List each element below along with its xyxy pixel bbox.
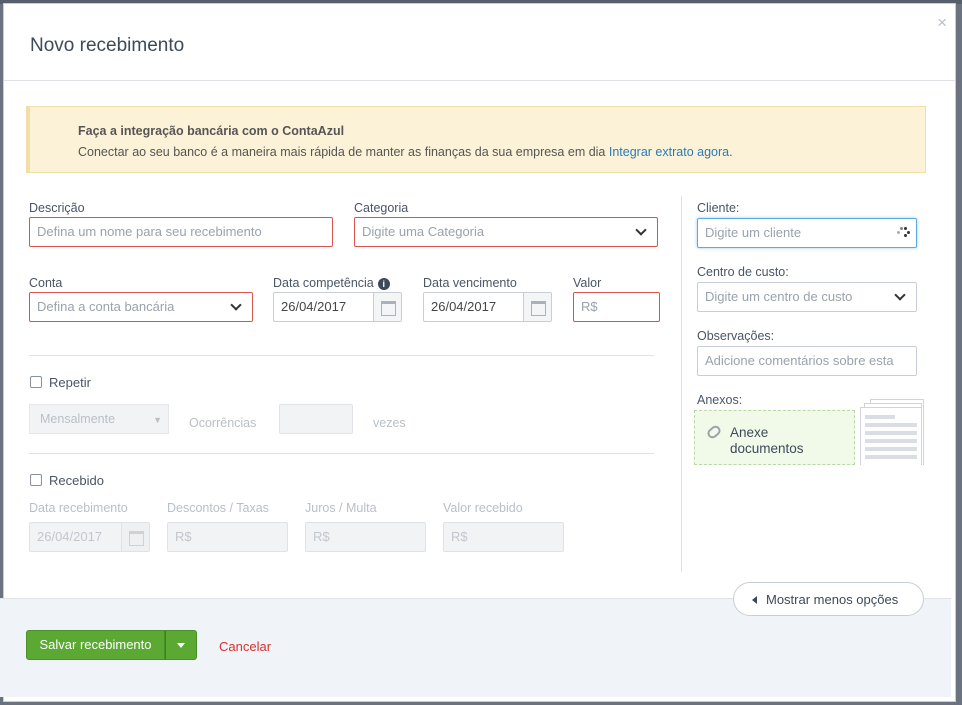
divider — [29, 453, 654, 454]
interest-input[interactable]: R$ — [305, 522, 426, 552]
chevron-down-icon — [635, 224, 647, 236]
show-less-options-label: Mostrar menos opções — [766, 592, 899, 607]
chevron-down-icon — [230, 299, 242, 311]
cost-center-select[interactable]: Digite um centro de custo — [697, 282, 917, 312]
received-checkbox[interactable] — [30, 474, 42, 486]
modal-header: Novo recebimento × — [4, 4, 955, 81]
save-receipt-button[interactable]: Salvar recebimento — [26, 630, 165, 660]
receipt-date-value: 26/04/2017 — [37, 529, 103, 544]
due-date-label: Data vencimento — [423, 276, 517, 290]
occurrences-label: Ocorrências — [189, 416, 257, 430]
category-select[interactable]: Digite uma Categoria — [354, 217, 658, 247]
chevron-down-icon — [894, 289, 906, 301]
receipt-date-label: Data recebimento — [29, 501, 128, 515]
competence-date-label-text: Data competência — [273, 276, 374, 290]
alert-text: Conectar ao seu banco é a maneira mais r… — [78, 145, 733, 159]
paperclip-icon — [705, 423, 723, 441]
received-label: Recebido — [49, 473, 104, 488]
category-label: Categoria — [354, 201, 409, 215]
notes-label: Observações: — [697, 329, 775, 343]
attach-documents-label: Anexe documentos — [730, 425, 804, 456]
bank-integration-alert: Faça a integração bancária com o ContaAz… — [26, 106, 926, 173]
frequency-select[interactable]: Mensalmente ▼ — [29, 404, 169, 434]
column-divider — [681, 196, 682, 572]
account-label: Conta — [29, 276, 63, 290]
attachments-label: Anexos: — [697, 393, 743, 407]
repeat-checkbox[interactable] — [30, 376, 42, 388]
save-options-dropdown-icon[interactable] — [165, 630, 197, 660]
competence-date-value: 26/04/2017 — [281, 299, 347, 314]
alert-title: Faça a integração bancária com o ContaAz… — [78, 124, 345, 138]
due-date-input[interactable]: 26/04/2017 — [423, 292, 552, 322]
received-value-label: Valor recebido — [443, 501, 523, 515]
calendar-icon[interactable] — [373, 293, 401, 321]
account-placeholder: Defina a conta bancária — [37, 299, 175, 314]
discounts-input[interactable]: R$ — [167, 522, 288, 552]
documents-illustration — [856, 399, 926, 465]
integrate-statement-link[interactable]: Integrar extrato agora — [609, 145, 729, 159]
discounts-label: Descontos / Taxas — [167, 501, 269, 515]
category-placeholder: Digite uma Categoria — [362, 224, 485, 239]
frequency-value: Mensalmente — [40, 412, 116, 426]
caret-left-icon — [752, 596, 757, 604]
info-icon[interactable]: i — [377, 278, 390, 290]
alert-message: Conectar ao seu banco é a maneira mais r… — [78, 145, 606, 159]
receipt-date-input[interactable]: 26/04/2017 — [29, 522, 150, 552]
calendar-icon[interactable] — [121, 523, 149, 551]
due-date-value: 26/04/2017 — [431, 299, 497, 314]
loading-spinner-icon — [896, 225, 910, 239]
value-input[interactable]: R$ — [573, 292, 660, 322]
repeat-label: Repetir — [49, 375, 91, 390]
account-select[interactable]: Defina a conta bancária — [29, 292, 253, 322]
attach-documents-dropzone[interactable]: Anexe documentos — [694, 410, 855, 465]
cost-center-label: Centro de custo: — [697, 265, 789, 279]
chevron-down-icon: ▼ — [153, 415, 162, 425]
cost-center-placeholder: Digite um centro de custo — [705, 289, 853, 304]
divider — [29, 355, 654, 356]
client-placeholder: Digite um cliente — [705, 225, 802, 240]
competence-date-input[interactable]: 26/04/2017 — [273, 292, 402, 322]
notes-input[interactable]: Adicione comentários sobre esta — [697, 346, 917, 376]
client-input[interactable]: Digite um cliente — [697, 218, 917, 248]
modal-title: Novo recebimento — [30, 35, 185, 56]
times-label: vezes — [373, 416, 406, 430]
alert-suffix: . — [729, 145, 733, 159]
show-less-options-button[interactable]: Mostrar menos opções — [733, 582, 924, 616]
competence-date-label: Data competência i — [273, 276, 390, 290]
occurrences-input[interactable] — [279, 404, 353, 434]
cancel-link[interactable]: Cancelar — [219, 639, 271, 654]
description-label: Descrição — [29, 201, 85, 215]
calendar-icon[interactable] — [523, 293, 551, 321]
interest-label: Juros / Multa — [305, 501, 377, 515]
description-input[interactable]: Defina um nome para seu recebimento — [29, 217, 333, 247]
close-icon[interactable]: × — [937, 14, 947, 31]
received-value-input[interactable]: R$ — [443, 522, 564, 552]
value-label: Valor — [573, 276, 602, 290]
client-label: Cliente: — [697, 201, 740, 215]
